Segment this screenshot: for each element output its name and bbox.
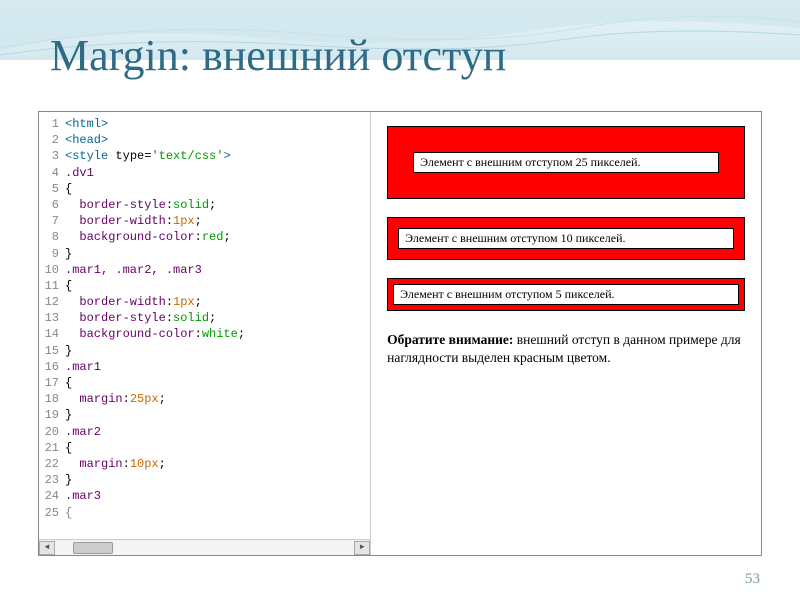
code-text: background-color:red; <box>65 229 231 245</box>
line-number: 11 <box>39 278 65 294</box>
code-line: 10.mar1, .mar2, .mar3 <box>39 262 370 278</box>
code-text: .mar2 <box>65 424 101 440</box>
code-text: { <box>65 278 72 294</box>
code-line: 1<html> <box>39 116 370 132</box>
margin-demo-10-label: Элемент с внешним отступом 10 пикселей. <box>398 228 734 249</box>
line-number: 24 <box>39 488 65 504</box>
line-number: 3 <box>39 148 65 164</box>
code-line: 20.mar2 <box>39 424 370 440</box>
code-line: 4.dv1 <box>39 165 370 181</box>
horizontal-scrollbar[interactable]: ◄ ► <box>39 539 370 555</box>
code-line: 8 background-color:red; <box>39 229 370 245</box>
code-text: <html> <box>65 116 108 132</box>
code-text: } <box>65 472 72 488</box>
code-text: .mar1 <box>65 359 101 375</box>
code-text: margin:25px; <box>65 391 166 407</box>
margin-demo-25-label: Элемент с внешним отступом 25 пикселей. <box>413 152 719 173</box>
code-line: 3<style type='text/css'> <box>39 148 370 164</box>
code-text: } <box>65 246 72 262</box>
code-text: border-style:solid; <box>65 310 216 326</box>
scroll-left-button[interactable]: ◄ <box>39 541 55 555</box>
code-line: 12 border-width:1px; <box>39 294 370 310</box>
code-line: 24.mar3 <box>39 488 370 504</box>
line-number: 10 <box>39 262 65 278</box>
code-line: 22 margin:10px; <box>39 456 370 472</box>
content-container: 1<html>2<head>3<style type='text/css'>4.… <box>38 111 762 556</box>
code-text: margin:10px; <box>65 456 166 472</box>
line-number: 18 <box>39 391 65 407</box>
line-number: 13 <box>39 310 65 326</box>
line-number: 1 <box>39 116 65 132</box>
code-text: border-width:1px; <box>65 213 202 229</box>
code-line: 18 margin:25px; <box>39 391 370 407</box>
code-text: border-style:solid; <box>65 197 216 213</box>
line-number: 12 <box>39 294 65 310</box>
line-number: 25 <box>39 505 65 521</box>
code-text: <style type='text/css'> <box>65 148 231 164</box>
line-number: 4 <box>39 165 65 181</box>
code-line: 15} <box>39 343 370 359</box>
code-line: 16.mar1 <box>39 359 370 375</box>
code-line: 9} <box>39 246 370 262</box>
scroll-track[interactable] <box>55 541 354 555</box>
line-number: 14 <box>39 326 65 342</box>
code-line: 21{ <box>39 440 370 456</box>
slide-title: Margin: внешний отступ <box>0 0 800 101</box>
line-number: 2 <box>39 132 65 148</box>
line-number: 8 <box>39 229 65 245</box>
code-text: { <box>65 505 72 521</box>
line-number: 7 <box>39 213 65 229</box>
preview-note-bold: Обратите внимание: <box>387 332 513 347</box>
line-number: 23 <box>39 472 65 488</box>
line-number: 6 <box>39 197 65 213</box>
margin-demo-5-label: Элемент с внешним отступом 5 пикселей. <box>393 284 739 305</box>
code-text: { <box>65 181 72 197</box>
margin-demo-10: Элемент с внешним отступом 10 пикселей. <box>387 217 745 260</box>
code-line: 11{ <box>39 278 370 294</box>
code-line: 2<head> <box>39 132 370 148</box>
scroll-thumb[interactable] <box>73 542 113 554</box>
code-line: 13 border-style:solid; <box>39 310 370 326</box>
line-number: 22 <box>39 456 65 472</box>
line-number: 5 <box>39 181 65 197</box>
code-text: .mar3 <box>65 488 101 504</box>
code-line: 6 border-style:solid; <box>39 197 370 213</box>
code-text: { <box>65 440 72 456</box>
line-number: 20 <box>39 424 65 440</box>
code-text: border-width:1px; <box>65 294 202 310</box>
code-line: 17{ <box>39 375 370 391</box>
code-text: background-color:white; <box>65 326 245 342</box>
code-line: 14 background-color:white; <box>39 326 370 342</box>
line-number: 21 <box>39 440 65 456</box>
line-number: 9 <box>39 246 65 262</box>
code-line: 7 border-width:1px; <box>39 213 370 229</box>
code-text: .dv1 <box>65 165 94 181</box>
code-text: <head> <box>65 132 108 148</box>
margin-demo-5: Элемент с внешним отступом 5 пикселей. <box>387 278 745 311</box>
code-text: { <box>65 375 72 391</box>
code-listing: 1<html>2<head>3<style type='text/css'>4.… <box>39 112 370 539</box>
code-text: .mar1, .mar2, .mar3 <box>65 262 202 278</box>
line-number: 17 <box>39 375 65 391</box>
code-line: 23} <box>39 472 370 488</box>
page-number: 53 <box>745 571 760 588</box>
code-text: } <box>65 407 72 423</box>
scroll-right-button[interactable]: ► <box>354 541 370 555</box>
code-line: 5{ <box>39 181 370 197</box>
line-number: 15 <box>39 343 65 359</box>
code-text: } <box>65 343 72 359</box>
preview-pane: Элемент с внешним отступом 25 пикселей. … <box>371 112 761 555</box>
line-number: 16 <box>39 359 65 375</box>
code-editor-pane: 1<html>2<head>3<style type='text/css'>4.… <box>39 112 371 555</box>
preview-note: Обратите внимание: внешний отступ в данн… <box>387 331 745 367</box>
margin-demo-25: Элемент с внешним отступом 25 пикселей. <box>387 126 745 199</box>
line-number: 19 <box>39 407 65 423</box>
code-line: 25{ <box>39 505 370 521</box>
code-line: 19} <box>39 407 370 423</box>
